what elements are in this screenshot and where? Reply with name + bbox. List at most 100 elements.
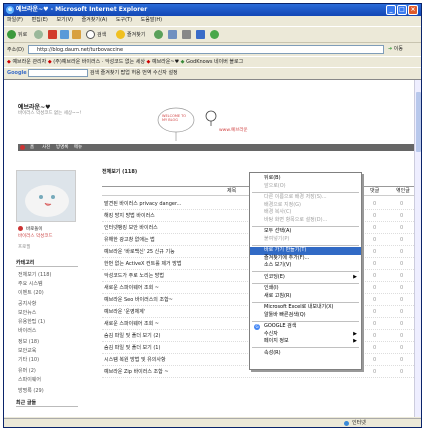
context-menu-item[interactable]: 즐겨찾기에 추가(F)... [250,255,361,263]
menu-separator [252,191,359,193]
category-item[interactable]: 정보 (18) [18,338,39,345]
context-menu: 뒤로(B) 앞으로(O) 다른 이름으로 배경 저장(S)... 배경으로 지정(G)… [249,172,362,370]
nav-item[interactable]: 홈 [30,144,34,151]
context-menu-item[interactable]: 알툴바 빠른검색(Q) [250,312,361,320]
context-menu-item[interactable]: Microsoft Excel로 내보내기(X) [250,304,361,312]
close-button[interactable]: × [408,5,418,15]
edit-button[interactable] [196,30,207,41]
google-sendto-button[interactable]: 수신자 [153,70,167,76]
address-input[interactable]: http://blog.daum.net/turbovaccine [28,45,384,54]
profile-name: 바로돌이 [26,227,43,232]
context-menu-item[interactable]: 모두 선택(A) [250,228,361,236]
category-item[interactable]: 전체보기 (118) [18,271,51,278]
refresh-icon [60,30,69,39]
profile-link[interactable]: 프로필 [18,244,30,250]
category-item[interactable]: 보안교육 [18,347,36,354]
title-bar[interactable]: e 예브라운~♥ - Microsoft Internet Explorer _… [4,4,421,16]
search-button[interactable]: 검색 [86,30,106,41]
menu-tools[interactable]: 도구(T) [116,17,132,23]
profile-desc: 바이러스 악성코드 [18,234,53,239]
context-menu-item[interactable]: 뒤로(B) [250,175,361,183]
context-menu-item[interactable]: 페이지 정보 ▶ [250,338,361,346]
nav-item[interactable]: 사진 [42,144,50,151]
blog-signature: www.예브라운 [219,128,248,133]
history-icon [154,30,163,39]
category-item[interactable]: 이벤트 (20) [18,289,44,296]
minimize-button[interactable]: _ [386,5,396,15]
maximize-button[interactable]: □ [397,5,407,15]
nav-item[interactable]: 방명록 [56,144,68,151]
category-item[interactable]: 주요 시스템 [18,280,43,287]
google-bookmarks-button[interactable]: 즐겨찾기 [101,70,119,76]
context-menu-item[interactable]: 인쇄(I) [250,285,361,293]
context-menu-item[interactable]: G GOOGLE 검색 [250,323,361,331]
context-menu-label: 뒤로(B) [264,175,281,181]
mail-button[interactable] [168,30,179,41]
google-search-button[interactable]: 검색 [90,70,99,76]
back-button[interactable]: 뒤로 [7,30,27,41]
stop-button[interactable] [48,30,59,41]
context-menu-item[interactable]: 인코딩(E) ▶ [250,274,361,282]
menu-file[interactable]: 파일(F) [7,17,23,23]
category-item[interactable]: 유용한팁 (1) [18,318,45,325]
context-menu-label: 인코딩(E) [264,273,285,280]
category-item[interactable]: 기타 (10) [18,356,39,363]
mail-icon [168,30,177,39]
submenu-arrow-icon: ▶ [353,338,357,344]
context-menu-label: 인쇄(I) [264,285,279,291]
globe-icon [344,421,349,426]
welcome-text: WELCOME TO MY BLOG [162,114,187,122]
context-menu-item[interactable]: 새로 고침(R) [250,293,361,301]
recent-posts-title: 최근 글들 [16,400,37,406]
refresh-button[interactable] [60,30,71,41]
context-menu-item: 붙여넣기(P) [250,236,361,244]
favorites-button[interactable]: 즐겨찾기 [116,30,145,41]
link-icon: ◆ [146,59,151,65]
context-menu-label: 알툴바 빠른검색(Q) [264,311,306,318]
google-logo: Google [7,70,27,76]
menu-favorites[interactable]: 즐겨찾기(A) [82,17,108,23]
menu-view[interactable]: 보기(V) [56,17,73,23]
category-item[interactable]: 방명록 (29) [18,387,44,394]
google-settings-button[interactable]: 설정 [168,70,177,76]
address-bar: 주소(D) http://blog.daum.net/turbovaccine … [4,44,421,55]
home-button[interactable] [72,30,83,41]
messenger-button[interactable] [210,30,221,41]
profile-photo[interactable] [16,170,76,222]
category-item[interactable]: 바이러스 [18,327,36,334]
nav-item[interactable]: 메뉴 [74,144,82,151]
category-item[interactable]: 공지사항 [18,300,36,307]
divider [16,266,78,267]
home-icon [72,30,81,39]
welcome-logo: WELCOME TO MY BLOG [154,100,204,142]
google-search-input[interactable] [28,68,89,77]
context-menu-item[interactable]: 소스 보기(V) [250,262,361,270]
scrollbar-thumb[interactable] [416,92,421,152]
menu-edit[interactable]: 편집(E) [32,17,48,23]
category-item[interactable]: 유머 (2) [18,367,36,374]
link-item[interactable]: 예브라운~♥ [152,59,179,65]
printer-icon [182,30,191,39]
go-button[interactable]: ➜ 이동 [388,45,416,54]
category-item[interactable]: 보안뉴스 [18,309,36,316]
forward-button[interactable] [34,30,45,41]
vertical-scrollbar[interactable] [414,80,421,417]
context-menu-item[interactable]: 바로 가기 만들기(T) [250,247,361,255]
link-item[interactable]: 예브라운 관리자 [12,59,46,65]
context-menu-item[interactable]: 수신자 ▶ [250,331,361,339]
security-zone: 인터넷 [352,420,366,426]
print-button[interactable] [182,30,193,41]
link-item[interactable]: GodKnows 네이버 블로그 [186,59,243,65]
context-menu-label: 모두 선택(A) [264,228,292,234]
links-bar: ◆ 예브라운 관리자 ◆ (주)예브라운 바이러스 · 악성코드 없는 세상 ◆… [4,56,421,66]
menu-help[interactable]: 도움말(H) [141,17,162,23]
context-menu-item: 다른 이름으로 배경 저장(S)... [250,194,361,202]
link-item[interactable]: (주)예브라운 바이러스 · 악성코드 없는 세상 [53,59,145,65]
context-menu-label: 페이지 정보 [264,338,289,344]
google-popup-button[interactable]: 팝업 허용 [121,70,141,76]
google-translate-button[interactable]: 번역 [142,70,151,76]
context-menu-item[interactable]: 속성(R) [250,350,361,358]
context-menu-label: 속성(R) [264,349,281,356]
category-item[interactable]: 스파이웨어 [18,376,41,383]
history-button[interactable] [154,30,165,41]
